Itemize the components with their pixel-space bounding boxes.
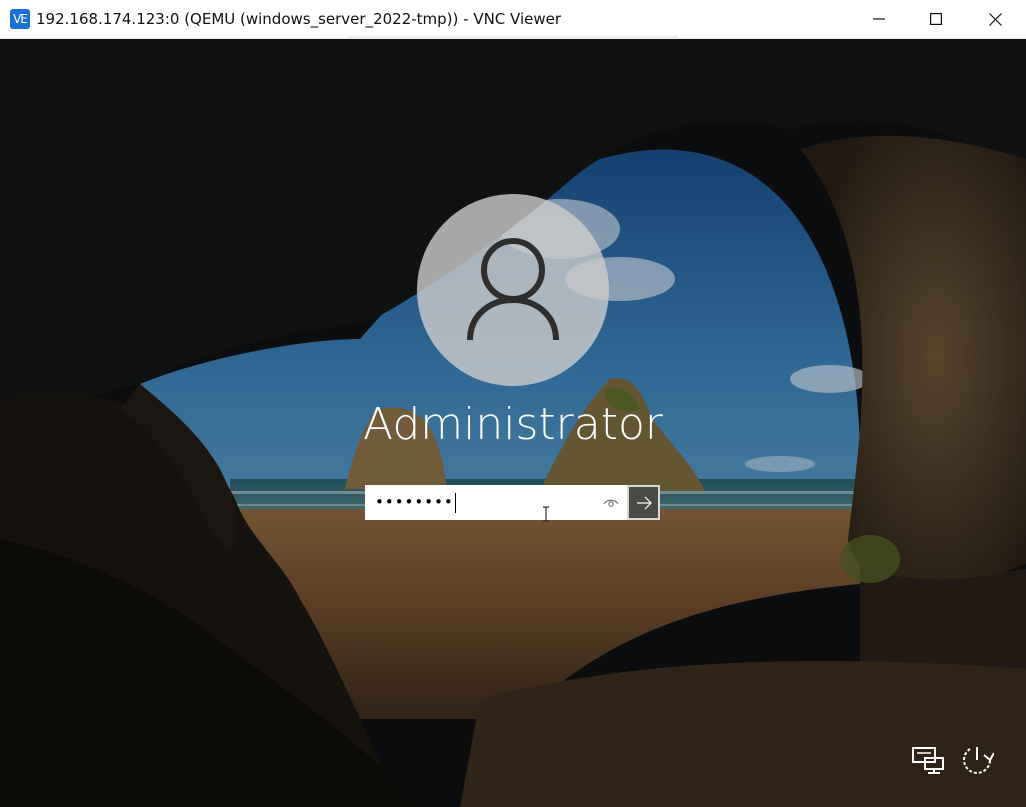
password-input[interactable]: •••••••• — [365, 485, 627, 520]
minimize-button[interactable] — [850, 0, 908, 38]
maximize-button[interactable] — [907, 0, 965, 38]
close-button[interactable] — [966, 0, 1024, 38]
user-icon — [467, 238, 559, 341]
close-icon — [988, 12, 1002, 26]
username-label: Administrator — [363, 399, 663, 450]
window-title: 192.168.174.123:0 (QEMU (windows_server_… — [36, 10, 562, 28]
text-cursor-icon — [543, 506, 549, 522]
power-button[interactable] — [960, 743, 995, 777]
eye-icon — [603, 499, 619, 507]
arrow-right-icon — [636, 496, 652, 509]
maximize-icon — [930, 13, 942, 25]
text-caret — [454, 492, 456, 513]
password-field-group: •••••••• — [365, 485, 660, 520]
vnc-app-icon: VE — [10, 9, 30, 29]
submit-button[interactable] — [627, 485, 660, 520]
minimize-icon — [873, 18, 885, 20]
password-reveal-button[interactable] — [603, 494, 623, 512]
password-masked-value: •••••••• — [375, 493, 454, 511]
remote-screen[interactable]: Administrator •••••••• — [0, 39, 1026, 807]
vnc-title-bar: VE 192.168.174.123:0 (QEMU (windows_serv… — [0, 0, 1026, 39]
user-avatar — [417, 194, 609, 386]
power-icon — [963, 747, 995, 774]
network-icon — [912, 747, 944, 774]
network-button[interactable] — [911, 744, 945, 776]
